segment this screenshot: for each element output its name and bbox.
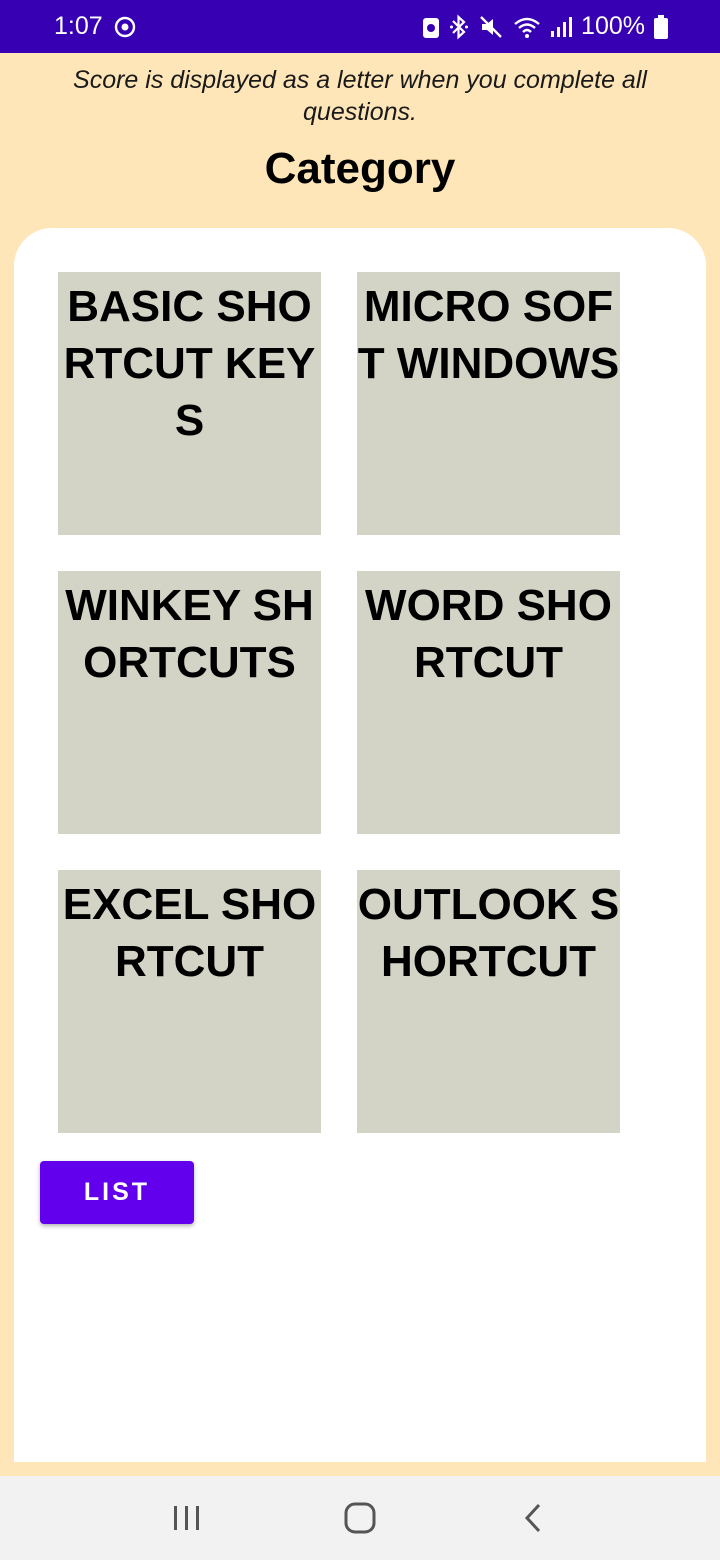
- battery-saver-icon: [422, 15, 440, 39]
- navigation-bar: [0, 1476, 720, 1560]
- list-button[interactable]: LIST: [40, 1161, 194, 1224]
- status-right: 100%: [422, 12, 668, 41]
- wifi-icon: [513, 15, 541, 39]
- category-tile-winkey-shortcuts[interactable]: WINKEY SHORTCUTS: [58, 571, 321, 834]
- battery-percent: 100%: [581, 12, 645, 40]
- page-title: Category: [264, 144, 456, 193]
- category-tile-excel-shortcut[interactable]: EXCEL SHORTCUT: [58, 870, 321, 1133]
- category-tile-microsoft-windows[interactable]: MICRO SOFT WINDOWS: [357, 272, 620, 535]
- category-tile-word-shortcut[interactable]: WORD SHORTCUT: [357, 571, 620, 834]
- category-tile-outlook-shortcut[interactable]: OUTLOOK SHORTCUT: [357, 870, 620, 1133]
- recent-apps-icon[interactable]: [147, 1488, 227, 1548]
- signal-icon: [550, 16, 573, 38]
- bluetooth-icon: [449, 14, 469, 40]
- score-hint-text: Score is displayed as a letter when you …: [73, 66, 647, 126]
- sync-icon: [113, 15, 137, 39]
- back-icon[interactable]: [493, 1488, 573, 1548]
- status-bar: 1:07 100%: [0, 0, 720, 53]
- category-panel: BASIC SHORTCUT KEYS MICRO SOFT WINDOWS W…: [14, 228, 706, 1462]
- status-left: 1:07: [54, 12, 137, 41]
- home-icon[interactable]: [320, 1488, 400, 1548]
- mute-icon: [478, 14, 504, 40]
- category-tile-basic-shortcut-keys[interactable]: BASIC SHORTCUT KEYS: [58, 272, 321, 535]
- battery-icon: [654, 14, 668, 39]
- status-time: 1:07: [54, 12, 103, 40]
